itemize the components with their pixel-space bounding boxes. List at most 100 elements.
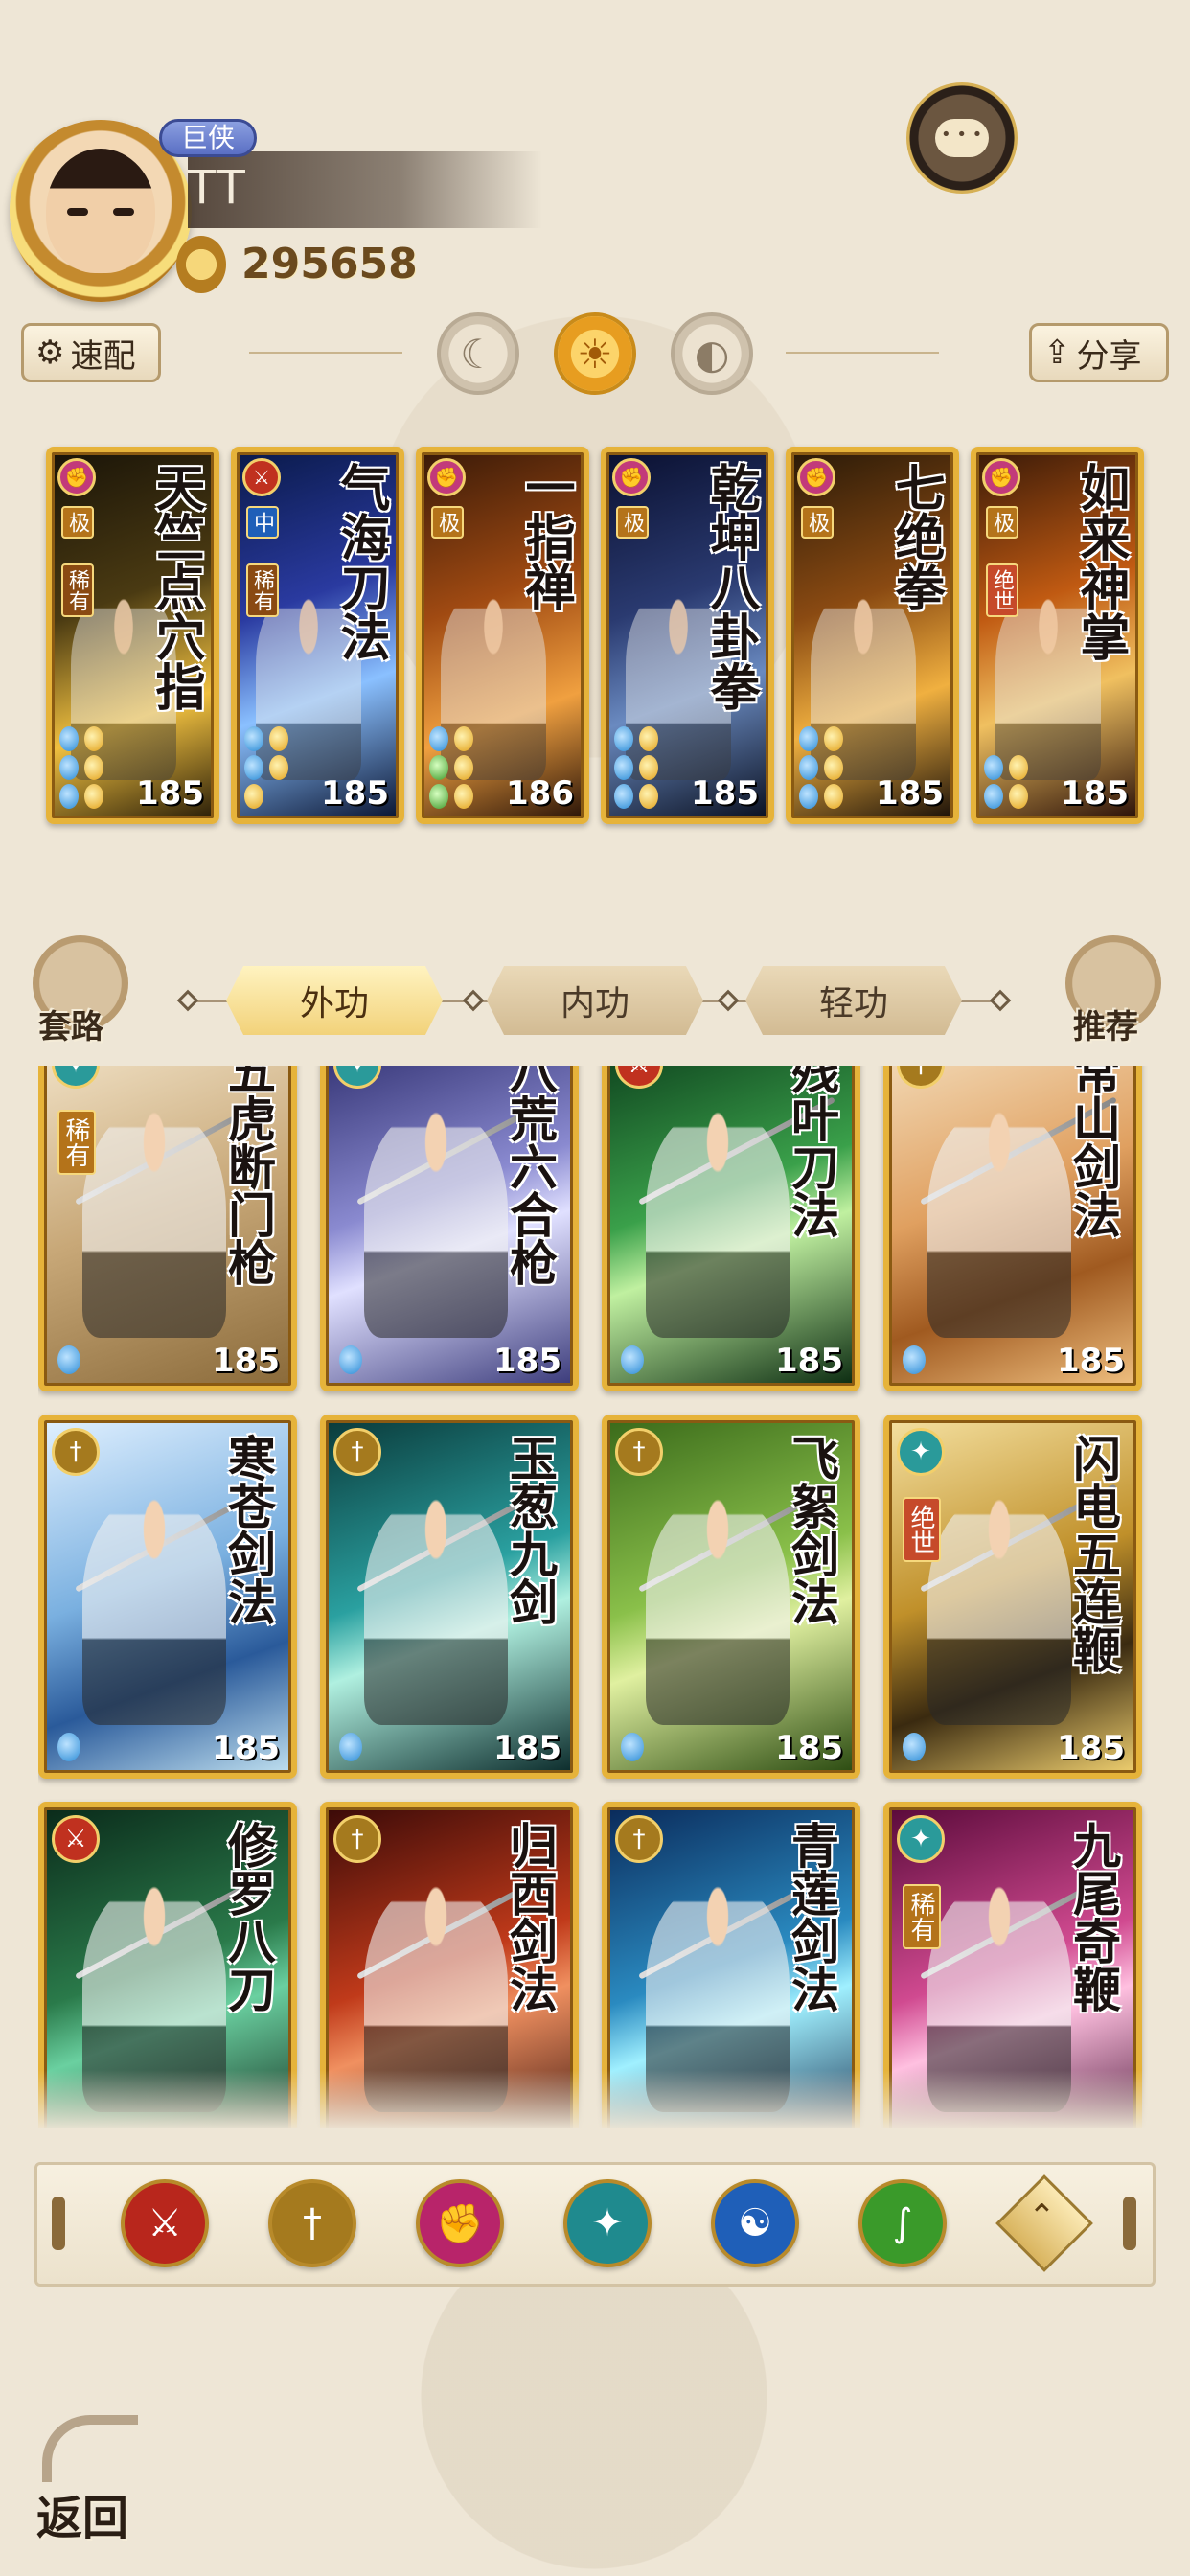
skill-name: 气海刀法 xyxy=(332,462,390,661)
skill-card[interactable]: † 飞絮剑法 185 xyxy=(602,1414,860,1779)
character-art xyxy=(82,1495,226,1725)
gem-icon xyxy=(339,1733,362,1761)
equipped-card[interactable]: ✊ 极 一指禅 186 xyxy=(416,447,589,824)
gem-icon xyxy=(244,755,263,780)
gem-slots xyxy=(244,726,288,809)
gem-icon xyxy=(244,726,263,751)
skill-name: 寒苍剑法 xyxy=(220,1434,277,1625)
skill-level: 185 xyxy=(1061,774,1129,813)
fan-icon: ✦ xyxy=(897,1428,945,1476)
equipped-card[interactable]: ✊ 极 七绝拳 185 xyxy=(786,447,959,824)
sword-icon: † xyxy=(897,1066,945,1089)
skill-level: 185 xyxy=(1057,1729,1125,1767)
rarity-tag: 稀有 xyxy=(61,564,94,617)
rarity-tag: 稀有 xyxy=(246,564,279,617)
skill-name: 乾坤八卦拳 xyxy=(701,462,760,711)
gem-icon xyxy=(614,784,633,809)
equipped-card[interactable]: ✊ 极 绝世 如来神掌 185 xyxy=(971,447,1144,824)
skill-name: 残叶刀法 xyxy=(784,1066,840,1238)
gem-icon xyxy=(799,755,818,780)
chat-button[interactable] xyxy=(906,82,1018,194)
skill-level: 185 xyxy=(493,1342,561,1380)
gem-slots xyxy=(984,755,1028,809)
chevron-up-icon: ⌃ xyxy=(1028,2197,1056,2237)
share-label: 分享 xyxy=(1076,336,1142,376)
grade-tag: 极 xyxy=(616,506,649,539)
skill-card[interactable]: ⚔ 残叶刀法 185 xyxy=(602,1066,860,1392)
skill-name: 归西剑法 xyxy=(502,1821,559,2012)
grade-tag: 极 xyxy=(986,506,1018,539)
rarity-tag: 稀有 xyxy=(903,1884,941,1949)
grade-tag: 极 xyxy=(431,506,464,539)
quick-config-button[interactable]: ⚙ 速配 xyxy=(21,323,161,382)
tab-inner-skill[interactable]: 内功 xyxy=(487,966,703,1035)
skill-card[interactable]: ✦ 稀有 五虎断门枪 185 xyxy=(38,1066,297,1392)
divider xyxy=(249,352,402,354)
equipped-card[interactable]: ✊ 极 乾坤八卦拳 185 xyxy=(601,447,774,824)
tab-outer-skill[interactable]: 外功 xyxy=(226,966,443,1035)
character-art xyxy=(82,1108,226,1338)
equipped-skills: ✊ 极 稀有 天竺点穴指 185 ⚔ 中 稀有 气海刀法 185 ✊ 极 一指禅 xyxy=(46,447,1144,824)
divider xyxy=(786,352,939,354)
filter-fan-icon[interactable]: ✦ xyxy=(563,2179,652,2267)
gem-icon xyxy=(903,1346,926,1374)
gem-icon xyxy=(799,726,818,751)
tab-light-skill[interactable]: 轻功 xyxy=(745,966,962,1035)
gem-icon xyxy=(903,1733,926,1761)
skill-level: 185 xyxy=(321,774,389,813)
character-art xyxy=(646,1108,790,1338)
skill-name: 常山剑法 xyxy=(1065,1066,1122,1238)
share-button[interactable]: ⇪ 分享 xyxy=(1029,323,1169,382)
skill-list[interactable]: ✦ 稀有 五虎断门枪 185 ✦ 八荒六合枪 185 ⚔ 残叶刀法 185 † … xyxy=(38,1066,1152,2128)
gem-icon xyxy=(59,784,79,809)
skill-card[interactable]: † 常山剑法 185 xyxy=(883,1066,1142,1392)
gem-icon xyxy=(59,755,79,780)
filter-fist-icon[interactable]: ✊ xyxy=(416,2179,504,2267)
gem-icon xyxy=(614,755,633,780)
skill-name: 五虎断门枪 xyxy=(220,1066,277,1286)
character-art xyxy=(364,1495,508,1725)
routine-label: 套路 xyxy=(38,1008,103,1046)
skill-card[interactable]: ✦ 绝世 闪电五连鞭 185 xyxy=(883,1414,1142,1779)
back-label: 返回 xyxy=(36,2492,129,2545)
gem-icon xyxy=(984,755,1003,780)
fist-icon: ✊ xyxy=(797,458,835,496)
preset-crescent[interactable]: ◐ xyxy=(671,312,753,395)
filter-bar-end xyxy=(1123,2196,1136,2250)
fist-icon: ✊ xyxy=(427,458,466,496)
skill-card[interactable]: † 寒苍剑法 185 xyxy=(38,1414,297,1779)
gem-icon xyxy=(639,726,658,751)
character-art xyxy=(364,1108,508,1338)
equipped-card[interactable]: ✊ 极 稀有 天竺点穴指 185 xyxy=(46,447,219,824)
gem-icon xyxy=(639,784,658,809)
filter-sword-icon[interactable]: † xyxy=(268,2179,356,2267)
fan-icon: ✦ xyxy=(52,1066,100,1089)
equipped-card[interactable]: ⚔ 中 稀有 气海刀法 185 xyxy=(231,447,404,824)
grade-tag: 中 xyxy=(246,506,279,539)
title-badge: 巨侠 xyxy=(159,119,257,157)
skill-level: 185 xyxy=(212,1342,280,1380)
gem-icon xyxy=(1009,755,1028,780)
preset-moon[interactable]: ☾ xyxy=(437,312,519,395)
preset-sun[interactable]: ☀ xyxy=(554,312,636,395)
filter-hook-icon[interactable]: ∫ xyxy=(858,2179,947,2267)
skill-name: 一指禅 xyxy=(516,462,575,611)
back-button[interactable]: 返回 xyxy=(29,2415,153,2545)
player-name: TT xyxy=(188,161,247,215)
blade-icon: ⚔ xyxy=(52,1815,100,1863)
gem-icon xyxy=(84,755,103,780)
tab-divider-diamond xyxy=(717,989,740,1012)
skill-card[interactable]: † 玉葱九剑 185 xyxy=(320,1414,579,1779)
fan-icon: ✦ xyxy=(897,1815,945,1863)
grade-tag: 极 xyxy=(61,506,94,539)
avatar-face xyxy=(46,149,155,273)
skill-name: 飞絮剑法 xyxy=(784,1434,840,1625)
tab-divider-diamond xyxy=(176,989,199,1012)
blade-icon: ⚔ xyxy=(615,1066,663,1089)
gem-icon xyxy=(454,784,473,809)
skill-card[interactable]: ✦ 八荒六合枪 185 xyxy=(320,1066,579,1392)
chat-bubble-icon xyxy=(935,119,989,157)
filter-blade-icon[interactable]: ⚔ xyxy=(121,2179,209,2267)
gem-icon xyxy=(339,1346,362,1374)
filter-yinyang-icon[interactable]: ☯ xyxy=(711,2179,799,2267)
